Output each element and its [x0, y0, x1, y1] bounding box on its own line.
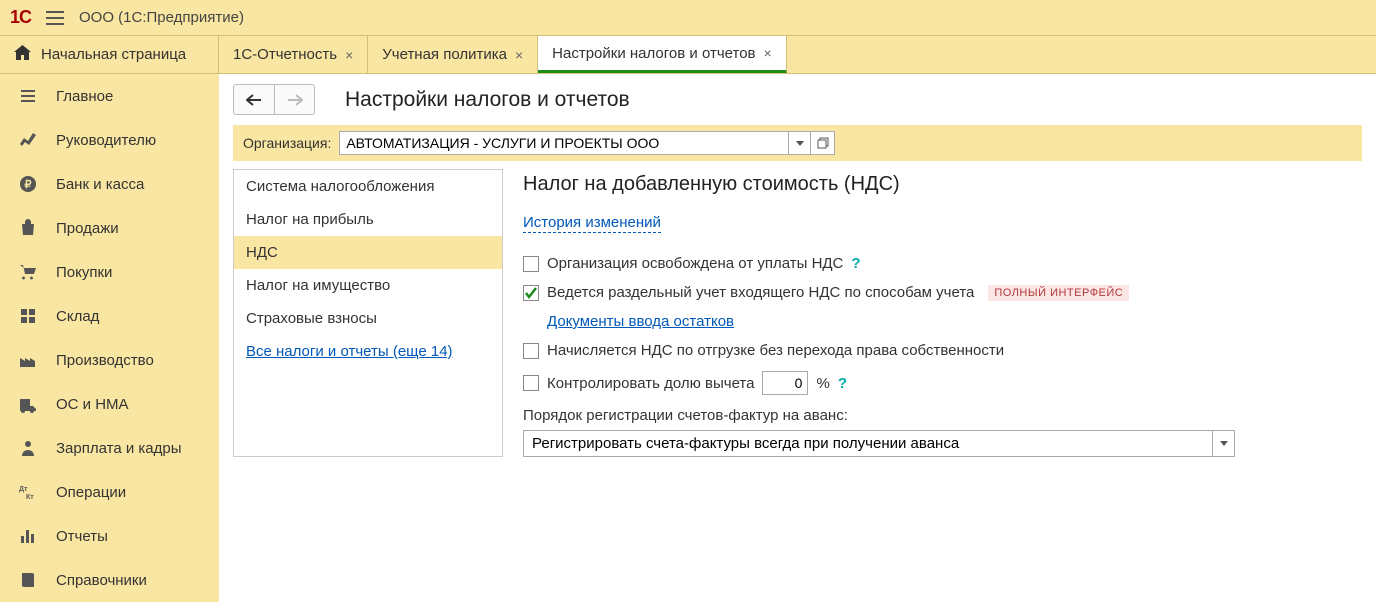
panel-heading: Налог на добавленную стоимость (НДС) — [523, 173, 1362, 196]
dropdown-button[interactable] — [789, 131, 811, 155]
close-icon[interactable]: × — [515, 47, 523, 63]
settings-nav: Система налогообложения Налог на прибыль… — [233, 169, 503, 457]
dtkt-icon: ДтКт — [18, 482, 38, 502]
nav-history-buttons — [233, 84, 315, 115]
back-button[interactable] — [234, 85, 274, 114]
full-interface-badge: ПОЛНЫЙ ИНТЕРФЕЙС — [988, 285, 1129, 301]
svg-text:Дт: Дт — [19, 486, 28, 493]
close-icon[interactable]: × — [345, 47, 353, 63]
nav-label: Продажи — [56, 220, 119, 237]
nav-label: Отчеты — [56, 528, 108, 545]
dropdown-button[interactable] — [1213, 430, 1235, 457]
nav-bank[interactable]: ₽ Банк и касса — [0, 162, 219, 206]
nav-label: Операции — [56, 484, 126, 501]
nav-operations[interactable]: ДтКт Операции — [0, 470, 219, 514]
home-icon — [14, 45, 31, 64]
nav-reports[interactable]: Отчеты — [0, 514, 219, 558]
nav-label: Склад — [56, 308, 99, 325]
inner-nav-profit-tax[interactable]: Налог на прибыль — [234, 203, 502, 236]
control-deduction-label: Контролировать долю вычета — [547, 375, 754, 392]
split-accounting-checkbox[interactable] — [523, 285, 539, 301]
bag-icon — [18, 218, 38, 238]
inner-nav-vat[interactable]: НДС — [234, 236, 502, 269]
nav-sales[interactable]: Продажи — [0, 206, 219, 250]
shipment-vat-checkbox[interactable] — [523, 343, 539, 359]
shipment-vat-label: Начисляется НДС по отгрузке без перехода… — [547, 342, 1004, 359]
open-button[interactable] — [811, 131, 835, 155]
nav-manager[interactable]: Руководителю — [0, 118, 219, 162]
nav-directories[interactable]: Справочники — [0, 558, 219, 602]
nav-label: Покупки — [56, 264, 112, 281]
tab-reporting[interactable]: 1С-Отчетность × — [219, 36, 368, 73]
inner-nav-tax-system[interactable]: Система налогообложения — [234, 170, 502, 203]
tab-home[interactable]: Начальная страница — [0, 36, 219, 73]
organization-bar: Организация: — [233, 125, 1362, 161]
inner-nav-insurance[interactable]: Страховые взносы — [234, 302, 502, 335]
bar-chart-icon — [18, 526, 38, 546]
organization-select[interactable] — [339, 131, 789, 155]
nav-label: ОС и НМА — [56, 396, 129, 413]
nav-warehouse[interactable]: Склад — [0, 294, 219, 338]
nav-label: Производство — [56, 352, 154, 369]
tabbar: Начальная страница 1С-Отчетность × Учетн… — [0, 36, 1376, 74]
logo: 1C — [10, 7, 31, 28]
nav-label: Главное — [56, 88, 113, 105]
tab-label: Начальная страница — [41, 46, 186, 63]
inner-nav-all-taxes[interactable]: Все налоги и отчеты (еще 14) — [234, 335, 502, 368]
nav-label: Руководителю — [56, 132, 156, 149]
forward-button[interactable] — [274, 85, 314, 114]
help-icon[interactable]: ? — [851, 255, 860, 272]
residuals-link[interactable]: Документы ввода остатков — [547, 313, 734, 330]
grid-icon — [18, 306, 38, 326]
tab-tax-settings[interactable]: Настройки налогов и отчетов × — [538, 36, 787, 73]
factory-icon — [18, 350, 38, 370]
truck-icon — [18, 394, 38, 414]
history-link[interactable]: История изменений — [523, 214, 661, 233]
chart-line-icon — [18, 130, 38, 150]
svg-text:Кт: Кт — [26, 494, 34, 501]
tab-label: Учетная политика — [382, 46, 507, 63]
tab-label: Настройки налогов и отчетов — [552, 45, 755, 62]
app-header: 1C ООО (1С:Предприятие) — [0, 0, 1376, 36]
vat-panel: Налог на добавленную стоимость (НДС) Ист… — [523, 169, 1362, 457]
app-title: ООО (1С:Предприятие) — [79, 9, 244, 26]
book-icon — [18, 570, 38, 590]
tab-label: 1С-Отчетность — [233, 46, 337, 63]
main-content: Настройки налогов и отчетов Организация:… — [219, 74, 1376, 602]
help-icon[interactable]: ? — [838, 375, 847, 392]
page-title: Настройки налогов и отчетов — [345, 88, 630, 112]
cart-icon — [18, 262, 38, 282]
nav-purchases[interactable]: Покупки — [0, 250, 219, 294]
organization-label: Организация: — [243, 135, 331, 151]
control-deduction-checkbox[interactable] — [523, 375, 539, 391]
list-icon — [18, 86, 38, 106]
deduction-percent-input[interactable] — [762, 371, 808, 395]
exempt-checkbox[interactable] — [523, 256, 539, 272]
ruble-icon: ₽ — [18, 174, 38, 194]
nav-production[interactable]: Производство — [0, 338, 219, 382]
nav-assets[interactable]: ОС и НМА — [0, 382, 219, 426]
close-icon[interactable]: × — [764, 45, 772, 61]
percent-label: % — [816, 375, 829, 392]
person-icon — [18, 438, 38, 458]
exempt-label: Организация освобождена от уплаты НДС — [547, 255, 843, 272]
svg-text:₽: ₽ — [25, 179, 32, 191]
nav-main[interactable]: Главное — [0, 74, 219, 118]
nav-hr[interactable]: Зарплата и кадры — [0, 426, 219, 470]
split-accounting-label: Ведется раздельный учет входящего НДС по… — [547, 284, 974, 301]
hamburger-icon[interactable] — [46, 11, 64, 25]
nav-label: Банк и касса — [56, 176, 144, 193]
sidebar: Главное Руководителю ₽ Банк и касса Прод… — [0, 74, 219, 602]
invoice-order-label: Порядок регистрации счетов-фактур на ава… — [523, 407, 1362, 424]
tab-accounting-policy[interactable]: Учетная политика × — [368, 36, 538, 73]
inner-nav-property-tax[interactable]: Налог на имущество — [234, 269, 502, 302]
invoice-order-select[interactable] — [523, 430, 1213, 457]
nav-label: Зарплата и кадры — [56, 440, 182, 457]
nav-label: Справочники — [56, 572, 147, 589]
